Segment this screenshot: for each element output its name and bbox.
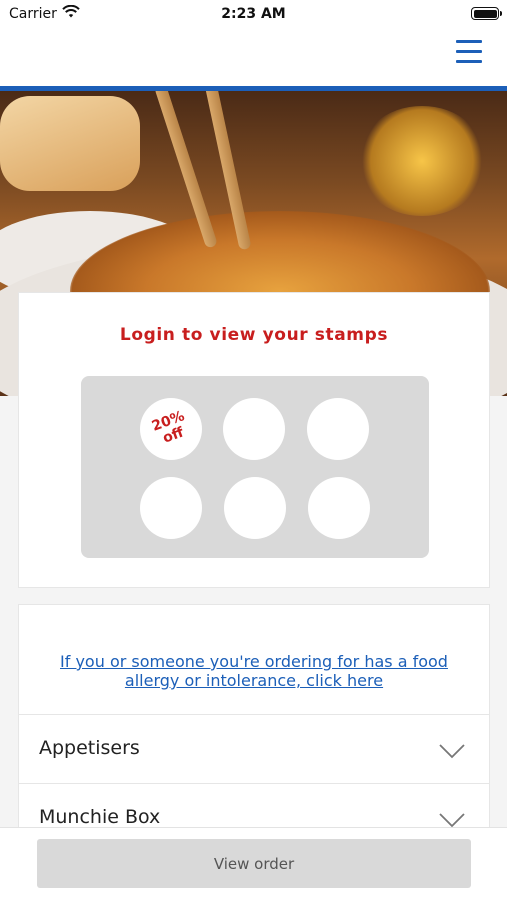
hamburger-menu-icon[interactable] <box>456 40 482 64</box>
category-appetisers[interactable]: Appetisers <box>19 715 489 783</box>
category-label: Appetisers <box>39 737 140 759</box>
chevron-down-icon <box>439 744 465 759</box>
category-label: Munchie Box <box>39 806 161 828</box>
stamp-card-title[interactable]: Login to view your stamps <box>19 325 489 345</box>
view-order-button[interactable]: View order <box>37 839 471 888</box>
footer-bar: View order <box>0 827 507 900</box>
stamp-slot <box>140 477 202 539</box>
stamp-reward: 20% off <box>140 398 202 460</box>
chevron-down-icon <box>439 813 465 828</box>
status-time: 2:23 AM <box>221 6 286 22</box>
nav-bar <box>0 28 507 86</box>
menu-card: If you or someone you're ordering for ha… <box>18 604 490 844</box>
battery-icon <box>471 7 502 20</box>
stamp-grid: 20% off <box>81 376 429 558</box>
stamp-slot <box>307 398 369 460</box>
stamp-card: Login to view your stamps 20% off <box>18 292 490 588</box>
stamp-slot <box>224 477 286 539</box>
reward-label: 20% off <box>149 408 187 447</box>
allergy-link[interactable]: If you or someone you're ordering for ha… <box>19 652 489 690</box>
stamp-slot <box>308 477 370 539</box>
status-bar: Carrier 2:23 AM <box>0 0 507 28</box>
stamp-slot <box>223 398 285 460</box>
